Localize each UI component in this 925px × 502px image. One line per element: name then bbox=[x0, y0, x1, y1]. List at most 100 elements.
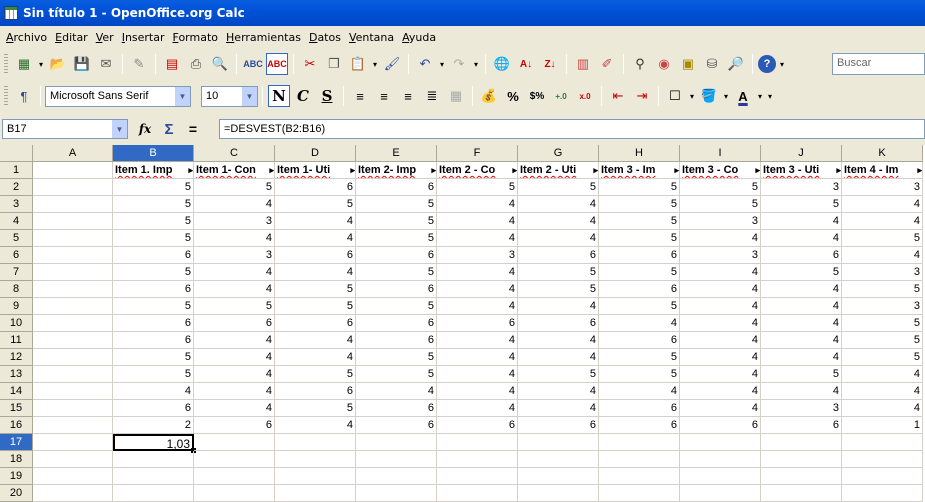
cell-a17[interactable] bbox=[33, 434, 113, 451]
cell-d6[interactable]: 6 bbox=[275, 247, 356, 264]
row-header-8[interactable]: 8 bbox=[0, 281, 33, 298]
cell-f1[interactable]: Item 2 - Co bbox=[437, 162, 518, 179]
cell-f3[interactable]: 4 bbox=[437, 196, 518, 213]
cell-j17[interactable] bbox=[761, 434, 842, 451]
cell-c12[interactable]: 4 bbox=[194, 349, 275, 366]
underline-button[interactable]: S bbox=[316, 85, 338, 107]
cell-g10[interactable]: 6 bbox=[518, 315, 599, 332]
cell-j12[interactable]: 4 bbox=[761, 349, 842, 366]
cell-e7[interactable]: 5 bbox=[356, 264, 437, 281]
borders-icon[interactable]: ☐ bbox=[664, 85, 686, 107]
cell-k3[interactable]: 4 bbox=[842, 196, 923, 213]
menu-ver[interactable]: Ver bbox=[92, 31, 118, 44]
cell-g7[interactable]: 5 bbox=[518, 264, 599, 281]
cell-g9[interactable]: 4 bbox=[518, 298, 599, 315]
row-header-20[interactable]: 20 bbox=[0, 485, 33, 502]
cell-h7[interactable]: 5 bbox=[599, 264, 680, 281]
cell-e12[interactable]: 5 bbox=[356, 349, 437, 366]
redo-dropdown-icon[interactable]: ▾ bbox=[471, 60, 481, 69]
cell-k7[interactable]: 3 bbox=[842, 264, 923, 281]
cell-g8[interactable]: 5 bbox=[518, 281, 599, 298]
row-header-6[interactable]: 6 bbox=[0, 247, 33, 264]
cell-f5[interactable]: 4 bbox=[437, 230, 518, 247]
column-header-e[interactable]: E bbox=[356, 145, 437, 162]
cell-b2[interactable]: 5 bbox=[113, 179, 194, 196]
sum-button[interactable]: Σ bbox=[158, 118, 180, 140]
italic-button[interactable]: C bbox=[292, 85, 314, 107]
cell-h8[interactable]: 6 bbox=[599, 281, 680, 298]
row-header-12[interactable]: 12 bbox=[0, 349, 33, 366]
cell-b18[interactable] bbox=[113, 451, 194, 468]
cell-d9[interactable]: 5 bbox=[275, 298, 356, 315]
cell-g15[interactable]: 4 bbox=[518, 400, 599, 417]
cell-e11[interactable]: 6 bbox=[356, 332, 437, 349]
cell-f15[interactable]: 4 bbox=[437, 400, 518, 417]
cell-j4[interactable]: 4 bbox=[761, 213, 842, 230]
toolbar-overflow-icon[interactable]: ▾ bbox=[765, 92, 775, 101]
cell-h9[interactable]: 5 bbox=[599, 298, 680, 315]
cell-f4[interactable]: 4 bbox=[437, 213, 518, 230]
cell-g14[interactable]: 4 bbox=[518, 383, 599, 400]
cell-h15[interactable]: 6 bbox=[599, 400, 680, 417]
cell-e8[interactable]: 6 bbox=[356, 281, 437, 298]
cell-a7[interactable] bbox=[33, 264, 113, 281]
cell-c19[interactable] bbox=[194, 468, 275, 485]
row-header-9[interactable]: 9 bbox=[0, 298, 33, 315]
column-header-a[interactable]: A bbox=[33, 145, 113, 162]
cell-a15[interactable] bbox=[33, 400, 113, 417]
email-icon[interactable]: ✉ bbox=[95, 53, 117, 75]
cell-k8[interactable]: 5 bbox=[842, 281, 923, 298]
open-folder-icon[interactable]: 📂 bbox=[47, 53, 69, 75]
cell-d7[interactable]: 4 bbox=[275, 264, 356, 281]
menu-insertar[interactable]: Insertar bbox=[118, 31, 169, 44]
cell-h20[interactable] bbox=[599, 485, 680, 502]
row-header-18[interactable]: 18 bbox=[0, 451, 33, 468]
row-header-13[interactable]: 13 bbox=[0, 366, 33, 383]
menu-editar[interactable]: Editar bbox=[51, 31, 92, 44]
column-header-d[interactable]: D bbox=[275, 145, 356, 162]
cell-i4[interactable]: 3 bbox=[680, 213, 761, 230]
cell-e13[interactable]: 5 bbox=[356, 366, 437, 383]
cell-a2[interactable] bbox=[33, 179, 113, 196]
cell-j2[interactable]: 3 bbox=[761, 179, 842, 196]
cell-i19[interactable] bbox=[680, 468, 761, 485]
toolbar-grip[interactable] bbox=[4, 54, 8, 74]
cell-f10[interactable]: 6 bbox=[437, 315, 518, 332]
background-color-dropdown-icon[interactable]: ▾ bbox=[721, 92, 731, 101]
cell-h3[interactable]: 5 bbox=[599, 196, 680, 213]
column-header-g[interactable]: G bbox=[518, 145, 599, 162]
menu-datos[interactable]: Datos bbox=[305, 31, 345, 44]
column-header-f[interactable]: F bbox=[437, 145, 518, 162]
export-pdf-icon[interactable]: ▤ bbox=[161, 53, 183, 75]
cell-f18[interactable] bbox=[437, 451, 518, 468]
cell-g2[interactable]: 5 bbox=[518, 179, 599, 196]
cell-b7[interactable]: 5 bbox=[113, 264, 194, 281]
cell-b8[interactable]: 6 bbox=[113, 281, 194, 298]
standard-format-icon[interactable]: $% bbox=[526, 85, 548, 107]
cell-a19[interactable] bbox=[33, 468, 113, 485]
cell-j8[interactable]: 4 bbox=[761, 281, 842, 298]
column-header-b[interactable]: B bbox=[113, 145, 194, 162]
save-icon[interactable]: 💾 bbox=[71, 53, 93, 75]
cell-e18[interactable] bbox=[356, 451, 437, 468]
menu-ventana[interactable]: Ventana bbox=[345, 31, 398, 44]
cell-d16[interactable]: 4 bbox=[275, 417, 356, 434]
cell-g16[interactable]: 6 bbox=[518, 417, 599, 434]
column-header-j[interactable]: J bbox=[761, 145, 842, 162]
cell-a11[interactable] bbox=[33, 332, 113, 349]
cell-c3[interactable]: 4 bbox=[194, 196, 275, 213]
cell-h4[interactable]: 5 bbox=[599, 213, 680, 230]
cell-g17[interactable] bbox=[518, 434, 599, 451]
cell-c15[interactable]: 4 bbox=[194, 400, 275, 417]
cell-k18[interactable] bbox=[842, 451, 923, 468]
cell-j10[interactable]: 4 bbox=[761, 315, 842, 332]
cell-i12[interactable]: 4 bbox=[680, 349, 761, 366]
cell-i9[interactable]: 4 bbox=[680, 298, 761, 315]
cell-j5[interactable]: 4 bbox=[761, 230, 842, 247]
cell-d8[interactable]: 5 bbox=[275, 281, 356, 298]
cell-h1[interactable]: Item 3 - Im bbox=[599, 162, 680, 179]
cell-a9[interactable] bbox=[33, 298, 113, 315]
cell-e3[interactable]: 5 bbox=[356, 196, 437, 213]
cell-h18[interactable] bbox=[599, 451, 680, 468]
print-preview-icon[interactable]: 🔍 bbox=[209, 53, 231, 75]
